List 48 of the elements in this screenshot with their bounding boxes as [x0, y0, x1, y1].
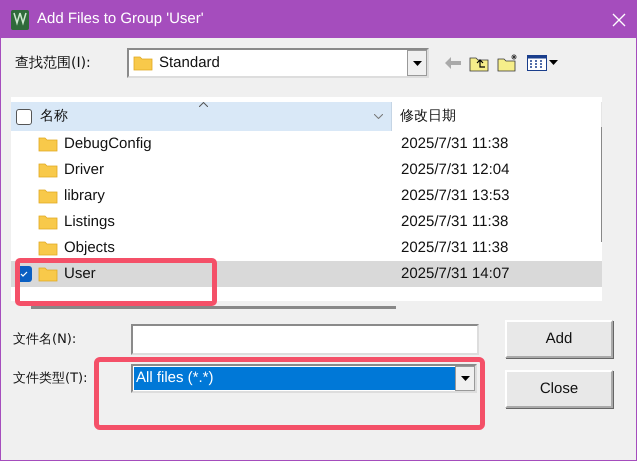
- file-name: library: [64, 186, 105, 206]
- app-logo-icon: [11, 10, 29, 30]
- look-in-dropdown[interactable]: Standard: [127, 48, 429, 78]
- checkbox[interactable]: [16, 108, 32, 124]
- dialog-button[interactable]: Close: [505, 370, 613, 408]
- modified-date: 2025/7/31 12:04: [400, 160, 510, 180]
- file-row[interactable]: Objects 2025/7/31 11:38: [11, 235, 602, 261]
- folder-icon: [133, 55, 153, 71]
- modified-date: 2025/7/31 11:38: [400, 212, 508, 232]
- folder-icon: [38, 188, 58, 204]
- file-name: User: [64, 264, 96, 284]
- sort-up-icon: [199, 102, 208, 107]
- new-folder-icon[interactable]: [497, 54, 519, 72]
- dropdown-value: Standard: [159, 52, 221, 73]
- folder-icon: [38, 266, 58, 282]
- file-name: Driver: [64, 160, 104, 180]
- file-row[interactable]: DebugConfig 2025/7/31 11:38: [11, 131, 602, 157]
- horizontal-scrollbar[interactable]: [31, 306, 396, 309]
- file-name: DebugConfig: [64, 134, 152, 154]
- look-in-label: 查找范围(I):: [15, 54, 92, 72]
- chevron-down-icon[interactable]: [374, 114, 383, 119]
- file-row[interactable]: Listings 2025/7/31 11:38: [11, 209, 602, 235]
- dropdown-value: All files (*.*): [134, 367, 455, 390]
- folder-up-icon[interactable]: [469, 54, 489, 72]
- file-type-label: 文件类型(T):: [13, 370, 88, 388]
- file-name: Listings: [64, 212, 115, 232]
- folder-icon: [38, 240, 58, 256]
- checkmark-icon: [19, 269, 29, 279]
- view-menu-icon[interactable]: [527, 55, 559, 71]
- modified-date: 2025/7/31 13:53: [400, 186, 510, 206]
- file-row[interactable]: Driver 2025/7/31 12:04: [11, 157, 602, 183]
- folder-icon: [38, 214, 58, 230]
- modified-date: 2025/7/31 11:38: [400, 134, 508, 154]
- file-type-dropdown[interactable]: All files (*.*): [131, 364, 477, 393]
- folder-icon: [38, 136, 58, 152]
- modified-date: 2025/7/31 14:07: [400, 264, 510, 284]
- folder-icon: [38, 162, 58, 178]
- file-name-field[interactable]: [131, 324, 479, 355]
- modified-date: 2025/7/31 11:38: [400, 238, 508, 258]
- column-header[interactable]: 名称: [11, 102, 392, 131]
- file-row[interactable]: library 2025/7/31 13:53: [11, 183, 602, 209]
- close-icon[interactable]: [612, 12, 626, 26]
- file-row[interactable]: User 2025/7/31 14:07: [11, 261, 602, 287]
- dialog-button[interactable]: Add: [505, 320, 613, 358]
- file-name-label: 文件名(N):: [13, 330, 78, 349]
- window-title: Add Files to Group 'User': [37, 9, 205, 30]
- file-name: Objects: [64, 238, 115, 258]
- header-label: 名称: [40, 107, 68, 126]
